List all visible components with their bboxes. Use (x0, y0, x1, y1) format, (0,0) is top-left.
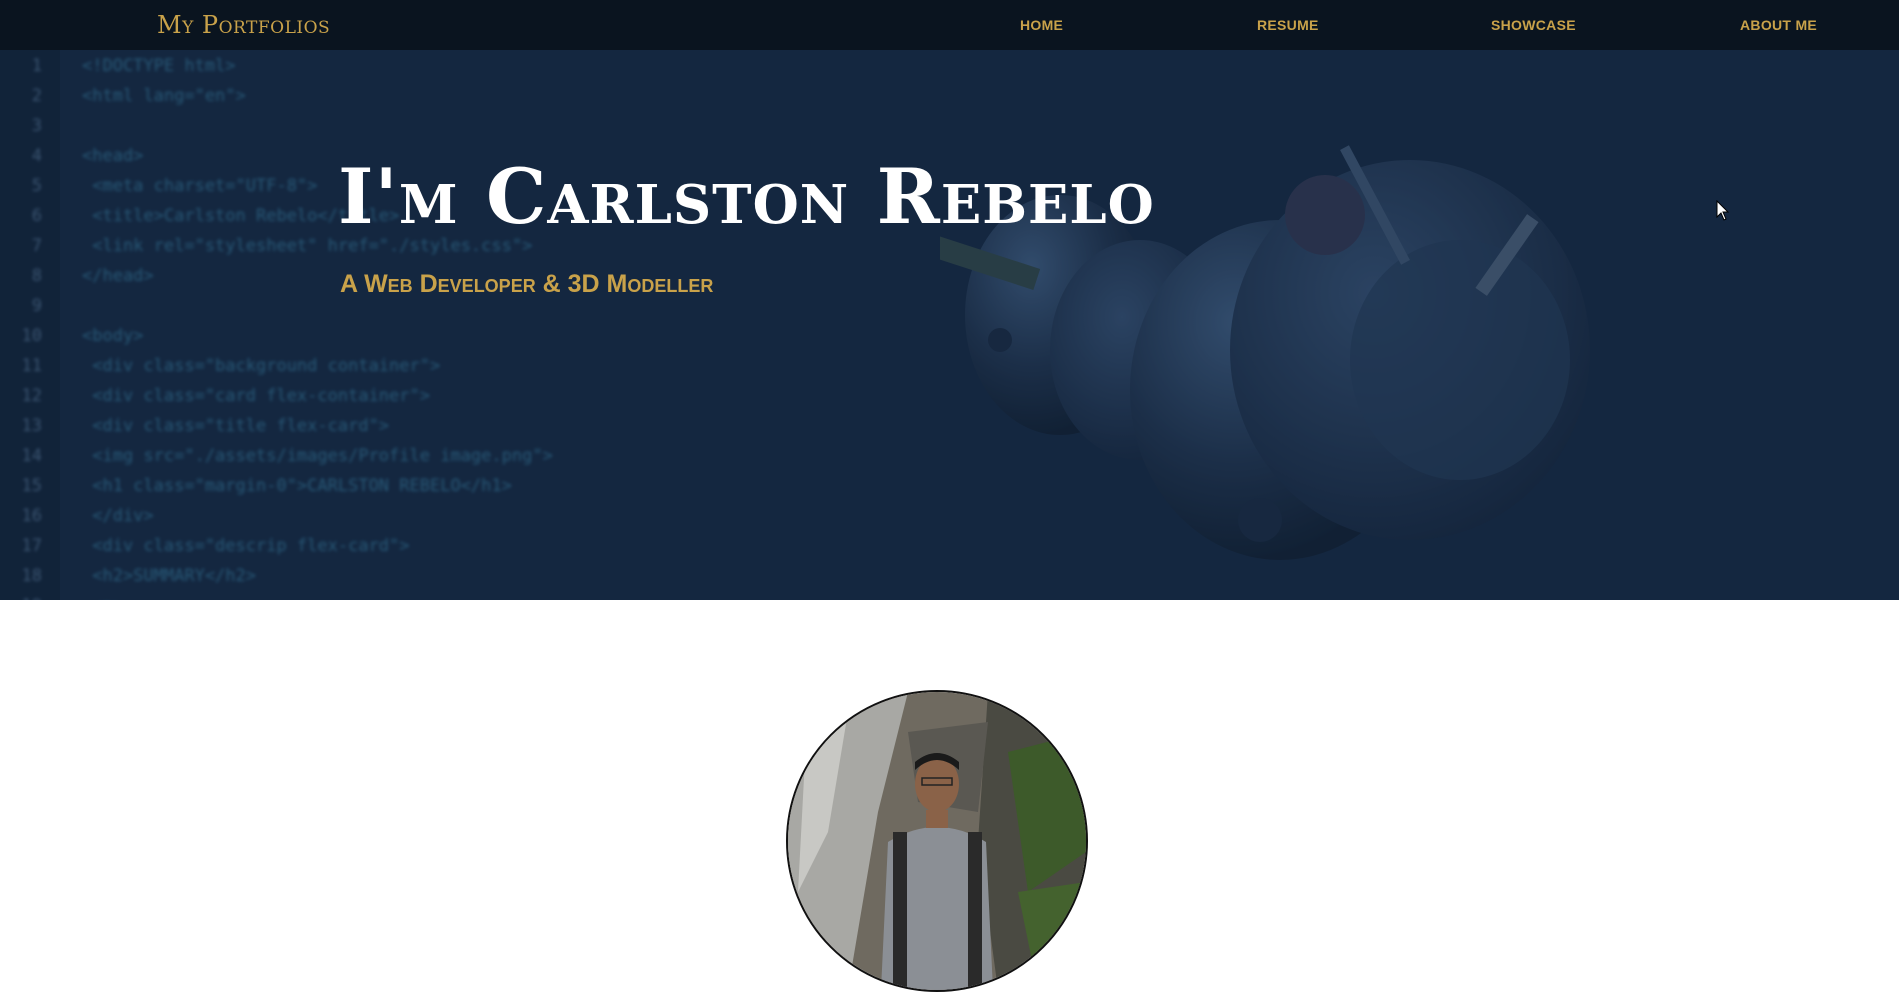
line-number: 4 (31, 146, 42, 166)
code-text: <!DOCTYPE html> (82, 56, 236, 76)
code-text: <div class="descrip flex-card"> (82, 536, 410, 556)
code-text: <h1 class="margin-0">CARLSTON REBELO</h1… (82, 476, 512, 496)
code-text: </div> (82, 506, 154, 526)
code-text: <meta charset="UTF-8"> (82, 176, 318, 196)
profile-photo (786, 690, 1088, 992)
hero-section: 1 <!DOCTYPE html> 2 <html lang="en"> 3 4 <head… (0, 0, 1899, 600)
code-text: <div class="title flex-card"> (82, 416, 390, 436)
line-number: 16 (21, 506, 42, 526)
nav-resume[interactable]: RESUME (1257, 17, 1319, 33)
code-line: 15 <h1 class="margin-0">CARLSTON REBELO<… (0, 476, 512, 496)
line-number: 10 (21, 326, 42, 346)
code-text: </head> (82, 266, 154, 286)
code-text: <html lang="en"> (82, 86, 246, 106)
code-line: 5 <meta charset="UTF-8"> (0, 176, 318, 196)
line-number: 18 (21, 566, 42, 586)
line-number: 19 (0, 596, 42, 600)
code-line: 10 <body> (0, 326, 144, 346)
line-number: 17 (21, 536, 42, 556)
line-number: 5 (31, 176, 42, 196)
code-line: 14 <img src="./assets/images/Profile ima… (0, 446, 553, 466)
code-line: 19 <p> (0, 596, 123, 600)
line-number: 15 (21, 476, 42, 496)
navbar: My Portfolios HOME RESUME SHOWCASE ABOUT… (0, 0, 1899, 50)
brand-logo[interactable]: My Portfolios (157, 11, 330, 39)
code-line: 13 <div class="title flex-card"> (0, 416, 390, 436)
line-number: 2 (31, 86, 42, 106)
code-line: 8 </head> (0, 266, 154, 286)
line-number: 9 (31, 296, 42, 316)
code-line: 12 <div class="card flex-container"> (0, 386, 430, 406)
line-number: 8 (31, 266, 42, 286)
code-text: <h2>SUMMARY</h2> (82, 566, 256, 586)
code-line: 11 <div class="background container"> (0, 356, 441, 376)
code-line: 1 <!DOCTYPE html> (0, 56, 236, 76)
code-line: 16 </div> (0, 506, 154, 526)
hero-subtitle: A Web Developer & 3D Modeller (340, 270, 714, 298)
nav-home[interactable]: HOME (1020, 17, 1063, 33)
line-number: 6 (31, 206, 42, 226)
code-line: 18 <h2>SUMMARY</h2> (0, 566, 256, 586)
code-line: 4 <head> (0, 146, 144, 166)
hero-title: I'm Carlston Rebelo (338, 152, 1155, 241)
code-line: 3 (0, 116, 82, 136)
line-number: 1 (31, 56, 42, 76)
code-text: <img src="./assets/images/Profile image.… (82, 446, 553, 466)
code-text: <body> (82, 326, 144, 346)
line-number: 11 (21, 356, 42, 376)
code-line: 2 <html lang="en"> (0, 86, 246, 106)
code-text: <div class="background container"> (82, 356, 441, 376)
code-text: <p> (82, 596, 123, 600)
code-text: <head> (82, 146, 144, 166)
nav-about-me[interactable]: ABOUT ME (1740, 17, 1817, 33)
line-number: 14 (21, 446, 42, 466)
nav-showcase[interactable]: SHOWCASE (1491, 17, 1576, 33)
line-number: 13 (21, 416, 42, 436)
code-text: <div class="card flex-container"> (82, 386, 430, 406)
line-number: 12 (21, 386, 42, 406)
code-line: 9 (0, 296, 82, 316)
line-number: 7 (31, 236, 42, 256)
line-number: 3 (31, 116, 42, 136)
code-line: 17 <div class="descrip flex-card"> (0, 536, 410, 556)
mouse-pointer-icon (1716, 200, 1730, 221)
